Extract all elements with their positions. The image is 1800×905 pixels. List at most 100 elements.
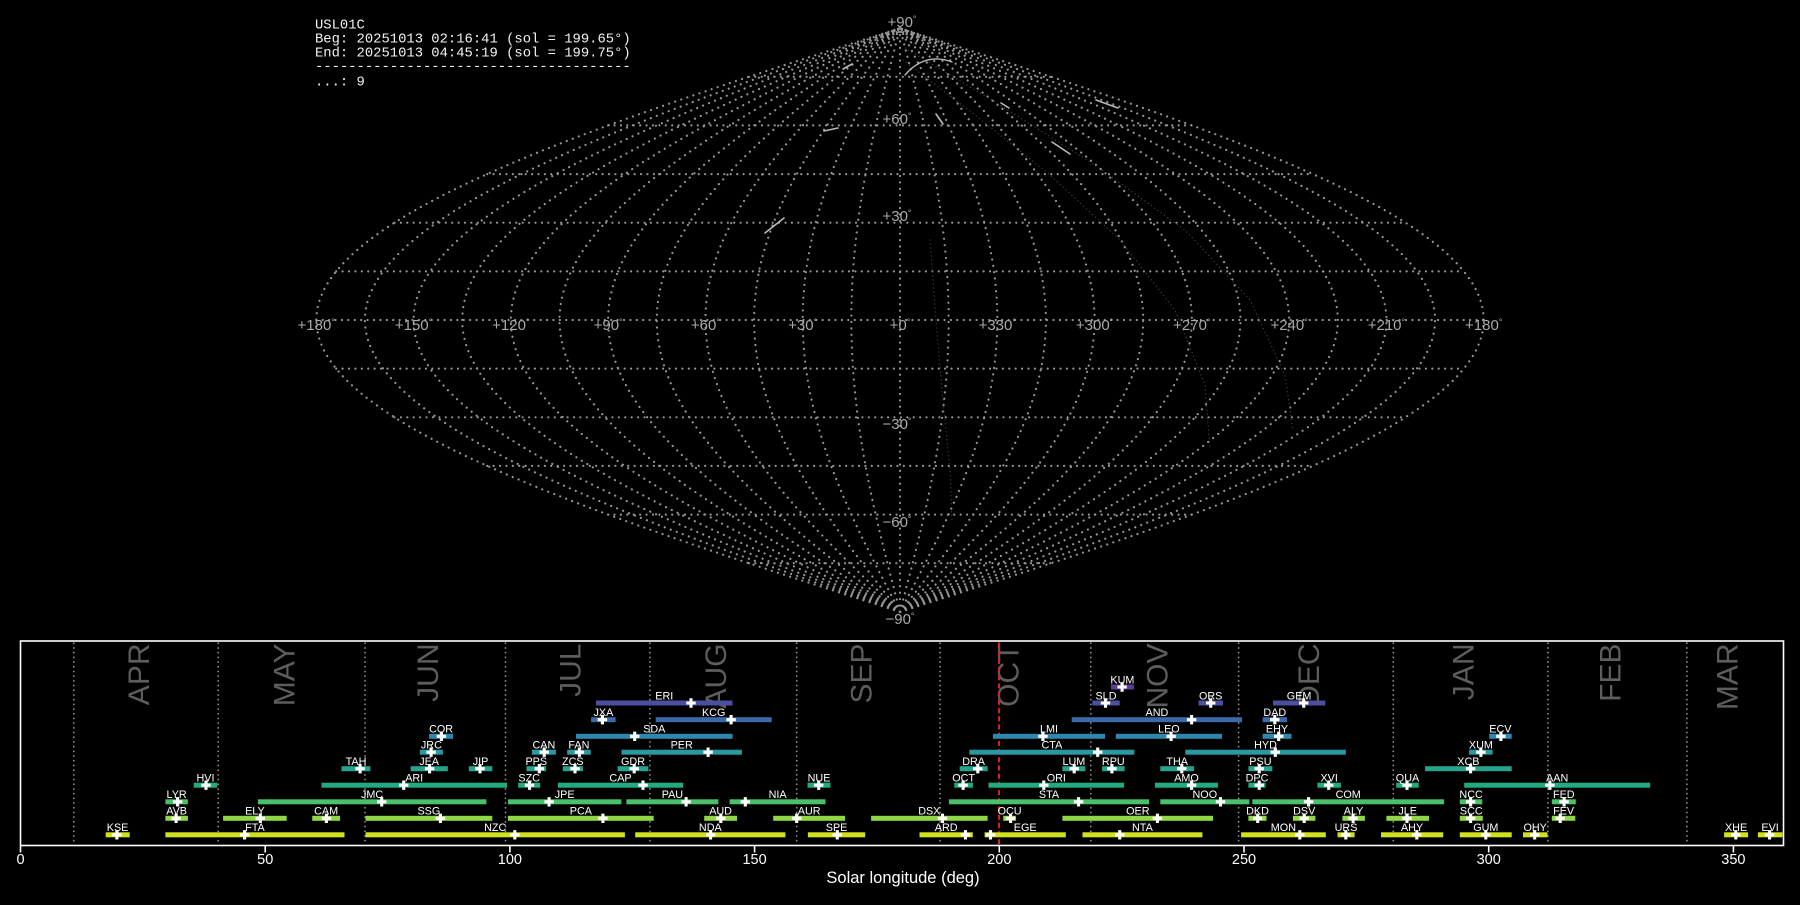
svg-text:OCT: OCT xyxy=(992,644,1025,707)
svg-text:JRC: JRC xyxy=(421,740,442,752)
svg-text:AND: AND xyxy=(1146,707,1169,719)
svg-text:DAD: DAD xyxy=(1263,707,1286,719)
svg-text:GEM: GEM xyxy=(1287,690,1312,702)
svg-text:EHY: EHY xyxy=(1266,724,1288,736)
svg-text:FEB: FEB xyxy=(1594,644,1627,702)
svg-text:SEP: SEP xyxy=(845,644,878,704)
svg-text:NTA: NTA xyxy=(1132,822,1154,834)
svg-text:URS: URS xyxy=(1335,822,1358,834)
svg-text:OER: OER xyxy=(1126,806,1150,818)
svg-text:JEA: JEA xyxy=(419,756,440,768)
svg-text:LYR: LYR xyxy=(166,789,186,801)
svg-text:ELY: ELY xyxy=(245,806,265,818)
svg-text:+150°: +150° xyxy=(395,317,433,334)
svg-text:XHE: XHE xyxy=(1725,822,1747,834)
svg-text:−60°: −60° xyxy=(882,514,911,531)
svg-text:PCA: PCA xyxy=(570,806,593,818)
svg-text:CTA: CTA xyxy=(1042,740,1064,752)
svg-text:+30°: +30° xyxy=(882,208,911,225)
svg-text:FAN: FAN xyxy=(568,740,589,752)
svg-text:MON: MON xyxy=(1271,822,1296,834)
svg-text:NUE: NUE xyxy=(808,773,831,785)
svg-text:PAU: PAU xyxy=(662,789,683,801)
svg-text:ARD: ARD xyxy=(935,822,958,834)
svg-text:SSG: SSG xyxy=(417,806,440,818)
svg-text:+270°: +270° xyxy=(1173,317,1211,334)
svg-text:MAR: MAR xyxy=(1712,644,1745,711)
svg-text:300: 300 xyxy=(1477,852,1501,868)
svg-text:CAP: CAP xyxy=(609,773,631,785)
svg-text:XUM: XUM xyxy=(1469,740,1493,752)
svg-text:SDA: SDA xyxy=(643,724,666,736)
svg-text:0: 0 xyxy=(16,852,24,868)
svg-text:RPU: RPU xyxy=(1102,756,1125,768)
svg-text:FTA: FTA xyxy=(245,822,265,834)
svg-text:+120°: +120° xyxy=(492,317,530,334)
svg-text:+330°: +330° xyxy=(979,317,1017,334)
svg-text:PPS: PPS xyxy=(525,756,547,768)
svg-text:COR: COR xyxy=(429,724,453,736)
svg-text:OCT: OCT xyxy=(952,773,975,785)
svg-text:ZCS: ZCS xyxy=(562,756,584,768)
svg-text:PER: PER xyxy=(671,740,693,752)
svg-text:EGE: EGE xyxy=(1014,822,1037,834)
svg-text:LMI: LMI xyxy=(1040,724,1058,736)
svg-text:NIA: NIA xyxy=(769,789,788,801)
svg-text:−90°: −90° xyxy=(885,611,914,628)
svg-text:+300°: +300° xyxy=(1076,317,1114,334)
svg-text:JLE: JLE xyxy=(1398,806,1417,818)
svg-text:DPC: DPC xyxy=(1246,773,1269,785)
svg-text:------------------------------: -------------------------------------- xyxy=(315,59,631,75)
svg-text:ORS: ORS xyxy=(1199,690,1222,702)
svg-text:OCU: OCU xyxy=(998,806,1022,818)
svg-text:KCG: KCG xyxy=(702,707,725,719)
svg-text:NDA: NDA xyxy=(699,822,723,834)
svg-text:NCC: NCC xyxy=(1459,789,1483,801)
svg-text:KUM: KUM xyxy=(1110,674,1134,686)
svg-text:ARI: ARI xyxy=(405,773,423,785)
svg-text:JPE: JPE xyxy=(555,789,575,801)
svg-text:SLD: SLD xyxy=(1095,690,1116,702)
svg-text:OHY: OHY xyxy=(1523,822,1546,834)
svg-text:NOO: NOO xyxy=(1193,789,1218,801)
svg-text:AAN: AAN xyxy=(1546,773,1568,785)
svg-text:XCB: XCB xyxy=(1457,756,1479,768)
svg-text:AHY: AHY xyxy=(1401,822,1423,834)
svg-text:AUD: AUD xyxy=(709,806,732,818)
svg-text:JXA: JXA xyxy=(593,707,614,719)
svg-text:STA: STA xyxy=(1039,789,1060,801)
svg-text:DSV: DSV xyxy=(1293,806,1316,818)
svg-text:LUM: LUM xyxy=(1063,756,1086,768)
svg-text:AVB: AVB xyxy=(166,806,187,818)
svg-text:MAY: MAY xyxy=(269,644,302,707)
svg-text:Solar longitude (deg): Solar longitude (deg) xyxy=(826,869,979,887)
svg-text:XVI: XVI xyxy=(1320,773,1337,785)
svg-text:+90°: +90° xyxy=(594,317,623,334)
svg-text:APR: APR xyxy=(123,644,156,706)
svg-text:THA: THA xyxy=(1166,756,1188,768)
svg-text:+90°: +90° xyxy=(887,14,916,31)
svg-text:EVI: EVI xyxy=(1761,822,1778,834)
svg-text:JUN: JUN xyxy=(412,644,445,702)
svg-text:SPE: SPE xyxy=(826,822,848,834)
svg-text:AUR: AUR xyxy=(798,806,821,818)
svg-text:150: 150 xyxy=(742,852,766,868)
svg-text:QUA: QUA xyxy=(1396,773,1420,785)
svg-text:HYD: HYD xyxy=(1254,740,1277,752)
svg-text:+180°: +180° xyxy=(1465,317,1503,334)
svg-text:TAH: TAH xyxy=(346,756,367,768)
svg-text:200: 200 xyxy=(987,852,1011,868)
svg-text:JMC: JMC xyxy=(361,789,383,801)
svg-text:50: 50 xyxy=(257,852,273,868)
svg-text:250: 250 xyxy=(1232,852,1256,868)
svg-text:JAN: JAN xyxy=(1448,644,1481,701)
svg-text:DRA: DRA xyxy=(962,756,986,768)
svg-text:GUM: GUM xyxy=(1473,822,1498,834)
svg-text:ALY: ALY xyxy=(1344,806,1364,818)
svg-text:FED: FED xyxy=(1553,789,1575,801)
svg-text:KSE: KSE xyxy=(107,822,129,834)
svg-text:CAN: CAN xyxy=(533,740,556,752)
svg-text:+30°: +30° xyxy=(788,317,817,334)
svg-text:100: 100 xyxy=(498,852,522,868)
svg-text:SCC: SCC xyxy=(1460,806,1483,818)
